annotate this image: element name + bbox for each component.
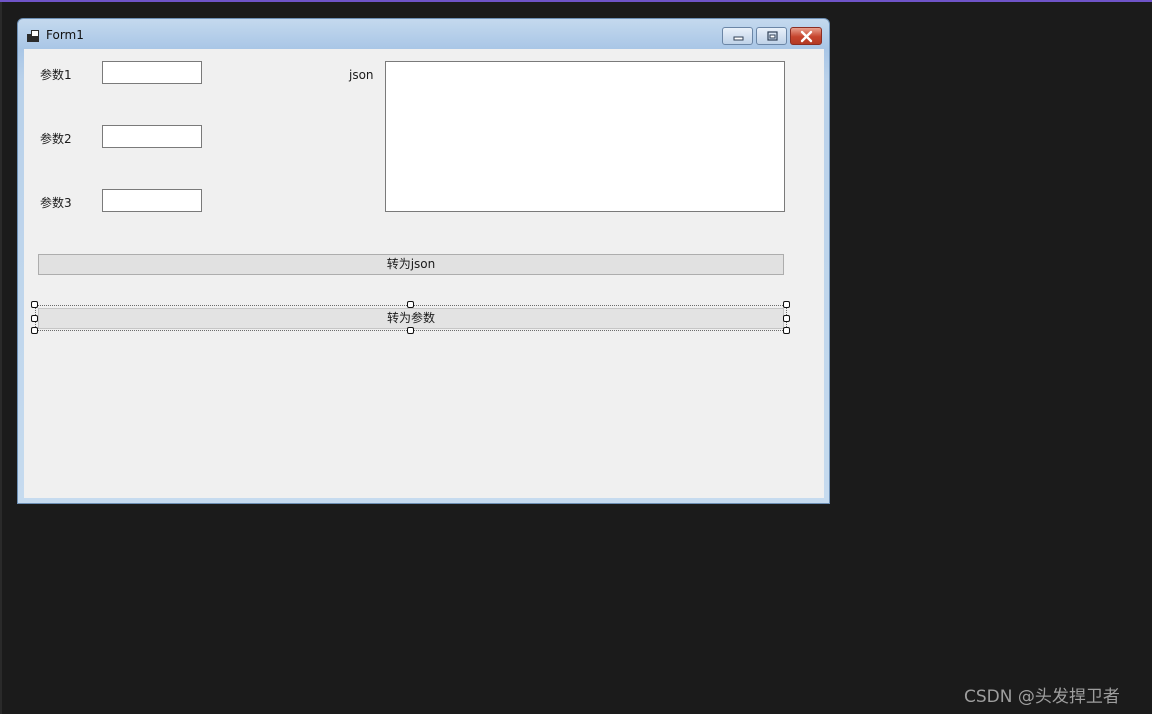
resize-handle-bottom-right[interactable]	[783, 327, 790, 334]
resize-handle-bottom[interactable]	[407, 327, 414, 334]
title-bar[interactable]: Form1	[18, 19, 829, 49]
resize-handle-right[interactable]	[783, 315, 790, 322]
maximize-button[interactable]	[756, 27, 787, 45]
close-button[interactable]	[790, 27, 822, 45]
minimize-icon	[733, 36, 744, 41]
resize-handle-top-right[interactable]	[783, 301, 790, 308]
form-client-area: 参数1 参数2 参数3 json 转为json 转为参数	[24, 49, 824, 498]
minimize-button[interactable]	[722, 27, 753, 45]
left-edge	[0, 2, 2, 714]
maximize-icon	[767, 31, 778, 41]
top-accent-bar	[0, 0, 1152, 2]
param1-input[interactable]	[102, 61, 202, 84]
resize-handle-top[interactable]	[407, 301, 414, 308]
to-params-button[interactable]: 转为参数	[38, 308, 784, 329]
window-title: Form1	[46, 28, 84, 42]
to-json-button[interactable]: 转为json	[38, 254, 784, 275]
param3-label: 参数3	[40, 196, 72, 210]
form-app-icon	[27, 30, 39, 42]
resize-handle-top-left[interactable]	[31, 301, 38, 308]
resize-handle-bottom-left[interactable]	[31, 327, 38, 334]
form-window: Form1 参数1 参数2 参数3 json 转为json 转为参数	[17, 18, 830, 504]
json-textarea[interactable]	[385, 61, 785, 212]
param1-label: 参数1	[40, 68, 72, 82]
json-label: json	[349, 68, 374, 82]
param3-input[interactable]	[102, 189, 202, 212]
param2-input[interactable]	[102, 125, 202, 148]
watermark: CSDN @头发捍卫者	[964, 687, 1120, 707]
param2-label: 参数2	[40, 132, 72, 146]
close-icon	[800, 30, 813, 43]
resize-handle-left[interactable]	[31, 315, 38, 322]
